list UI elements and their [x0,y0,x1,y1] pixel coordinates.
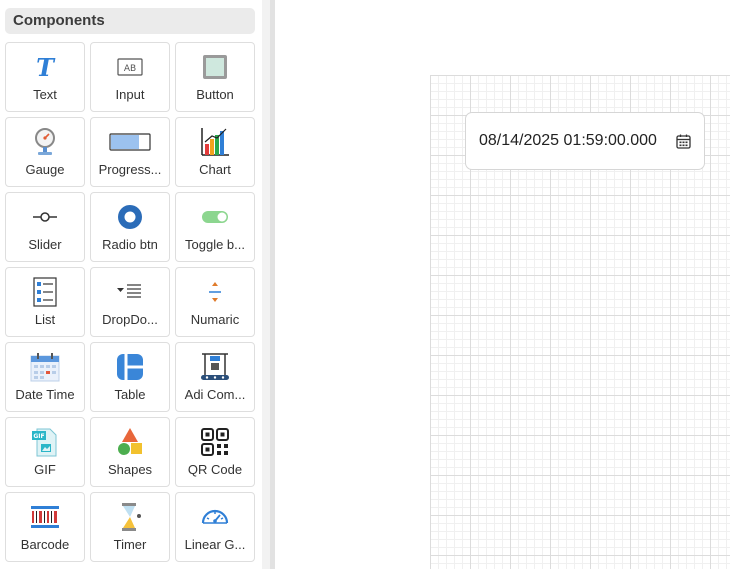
qr-code-icon [176,426,254,458]
component-tile-progress[interactable]: Progress... [90,117,170,187]
component-tile-linear-gauge[interactable]: Linear G... [175,492,255,562]
svg-text:T: T [36,53,56,82]
text-icon: T [6,51,84,83]
component-tile-adi-component[interactable]: Adi Com... [175,342,255,412]
component-tile-dropdown[interactable]: DropDo... [90,267,170,337]
workspace: 08/14/2025 01:59:00.000 [275,0,730,569]
svg-text:GIF: GIF [33,433,44,440]
components-panel: Components T Text AB Input Button Gauge [0,0,262,569]
tile-label: Progress... [98,162,162,177]
component-tile-gif[interactable]: GIF GIF [5,417,85,487]
tile-label: Chart [199,162,231,177]
component-tile-qr-code[interactable]: QR Code [175,417,255,487]
tile-label: Toggle b... [185,237,245,252]
component-tile-toggle[interactable]: Toggle b... [175,192,255,262]
input-icon: AB [91,51,169,83]
tile-label: Button [196,87,234,102]
table-icon [91,351,169,383]
component-tile-list[interactable]: List [5,267,85,337]
chart-icon [176,126,254,158]
tile-label: DropDo... [102,312,158,327]
component-tile-input[interactable]: AB Input [90,42,170,112]
tile-label: Adi Com... [184,387,246,402]
gif-icon: GIF [6,426,84,458]
numeric-icon [176,276,254,308]
tile-label: List [34,312,56,327]
tile-label: Date Time [15,387,75,402]
list-icon [6,276,84,308]
tile-label: GIF [34,462,56,477]
conveyor-icon [176,351,254,383]
progress-icon [91,126,169,158]
panel-title: Components [5,8,255,34]
component-tile-slider[interactable]: Slider [5,192,85,262]
tile-label: Radio btn [102,237,158,252]
tile-label: Input [115,87,145,102]
component-tile-datetime[interactable]: Date Time [5,342,85,412]
tile-label: Slider [28,237,62,252]
tile-label: Barcode [20,537,70,552]
tile-label: Table [114,387,146,402]
component-tile-text[interactable]: T Text [5,42,85,112]
component-tile-chart[interactable]: Chart [175,117,255,187]
barcode-icon [6,501,84,533]
datetime-widget[interactable]: 08/14/2025 01:59:00.000 [465,112,705,170]
design-canvas[interactable]: 08/14/2025 01:59:00.000 [430,75,730,569]
hourglass-icon [91,501,169,533]
component-tile-table[interactable]: Table [90,342,170,412]
panel-scrollbar[interactable] [262,0,270,569]
component-tile-numeric[interactable]: Numaric [175,267,255,337]
tile-label: Linear G... [184,537,246,552]
component-tile-timer[interactable]: Timer [90,492,170,562]
tile-label: Text [33,87,57,102]
radio-icon [91,201,169,233]
toggle-icon [176,201,254,233]
component-tile-button[interactable]: Button [175,42,255,112]
tile-label: Gauge [25,162,65,177]
slider-icon [6,201,84,233]
shapes-icon [91,426,169,458]
tile-label: Timer [113,537,147,552]
component-tile-barcode[interactable]: Barcode [5,492,85,562]
components-grid: T Text AB Input Button Gauge Progress...… [5,42,255,562]
tile-label: Numaric [190,312,240,327]
gauge-icon [6,126,84,158]
datetime-value: 08/14/2025 01:59:00.000 [479,132,657,149]
speedometer-icon [176,501,254,533]
dropdown-icon [91,276,169,308]
button-icon [176,51,254,83]
component-tile-radio[interactable]: Radio btn [90,192,170,262]
component-tile-gauge[interactable]: Gauge [5,117,85,187]
tile-label: Shapes [107,462,153,477]
svg-text:AB: AB [124,64,136,74]
tile-label: QR Code [187,462,243,477]
calendar-icon[interactable] [676,134,691,149]
calendar-icon [6,351,84,383]
component-tile-shapes[interactable]: Shapes [90,417,170,487]
